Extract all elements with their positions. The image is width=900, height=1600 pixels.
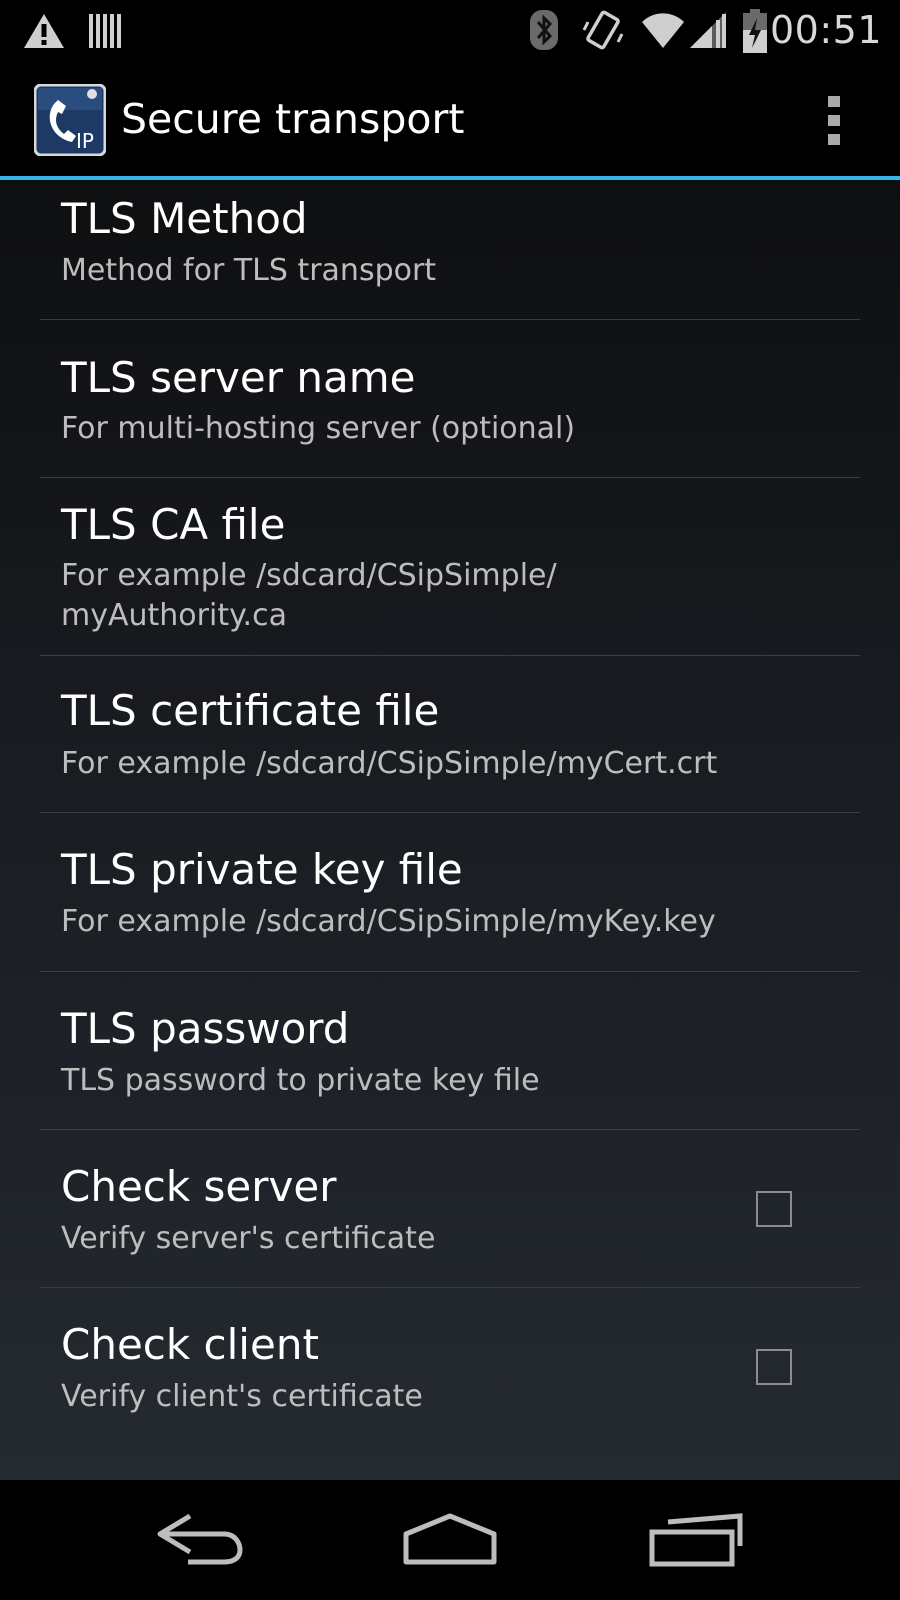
pref-title: TLS password	[61, 1004, 350, 1053]
wifi-icon	[642, 13, 684, 48]
home-icon[interactable]	[390, 1500, 510, 1580]
check-client-checkbox[interactable]	[756, 1349, 792, 1385]
pref-title: TLS server name	[61, 353, 416, 402]
pref-summary: Method for TLS transport	[61, 253, 437, 288]
pref-tls-ca-file[interactable]: TLS CA file For example /sdcard/CSipSimp…	[40, 478, 860, 656]
action-bar: IP Secure transport	[0, 64, 900, 180]
pref-check-client[interactable]: Check client Verify client's certificate	[40, 1288, 860, 1448]
overflow-menu-icon[interactable]	[828, 96, 842, 148]
pref-tls-password[interactable]: TLS password TLS password to private key…	[40, 972, 860, 1130]
pref-title: Check server	[61, 1162, 337, 1211]
signal-icon	[690, 12, 726, 48]
page-title: Secure transport	[121, 95, 465, 143]
back-icon[interactable]	[140, 1500, 260, 1580]
bluetooth-icon	[530, 10, 558, 50]
pref-summary: TLS password to private key file	[61, 1063, 540, 1098]
pref-summary: For example /sdcard/CSipSimple/	[61, 558, 557, 593]
pref-tls-certificate-file[interactable]: TLS certificate file For example /sdcard…	[40, 656, 860, 813]
csipsimple-app-icon[interactable]: IP	[34, 84, 106, 156]
status-time: 00:51	[769, 8, 882, 52]
pref-summary: For example /sdcard/CSipSimple/myKey.key	[61, 904, 716, 939]
check-server-checkbox[interactable]	[756, 1191, 792, 1227]
vibrate-icon	[582, 10, 624, 50]
pref-title: TLS Method	[61, 194, 308, 243]
pref-summary: For example /sdcard/CSipSimple/myCert.cr…	[61, 746, 718, 781]
battery-charging-icon	[743, 9, 767, 53]
pref-tls-private-key-file[interactable]: TLS private key file For example /sdcard…	[40, 813, 860, 972]
svg-text:IP: IP	[76, 129, 94, 153]
pref-title: TLS CA file	[61, 500, 286, 549]
navigation-bar	[0, 1480, 900, 1600]
barcode-icon	[89, 14, 121, 48]
status-bar: 00:51	[0, 0, 900, 64]
pref-tls-server-name[interactable]: TLS server name For multi-hosting server…	[40, 320, 860, 478]
pref-summary: For multi-hosting server (optional)	[61, 411, 576, 446]
recent-apps-icon[interactable]	[640, 1500, 760, 1580]
preference-list: TLS Method Method for TLS transport TLS …	[0, 180, 900, 1480]
pref-title: Check client	[61, 1320, 319, 1369]
pref-check-server[interactable]: Check server Verify server's certificate	[40, 1130, 860, 1288]
pref-tls-method[interactable]: TLS Method Method for TLS transport	[40, 180, 860, 320]
pref-title: TLS private key file	[61, 845, 463, 894]
pref-summary: myAuthority.ca	[61, 598, 287, 633]
pref-summary: Verify server's certificate	[61, 1221, 436, 1256]
pref-title: TLS certificate file	[61, 686, 440, 735]
pref-summary: Verify client's certificate	[61, 1379, 423, 1414]
warning-icon	[24, 14, 64, 48]
